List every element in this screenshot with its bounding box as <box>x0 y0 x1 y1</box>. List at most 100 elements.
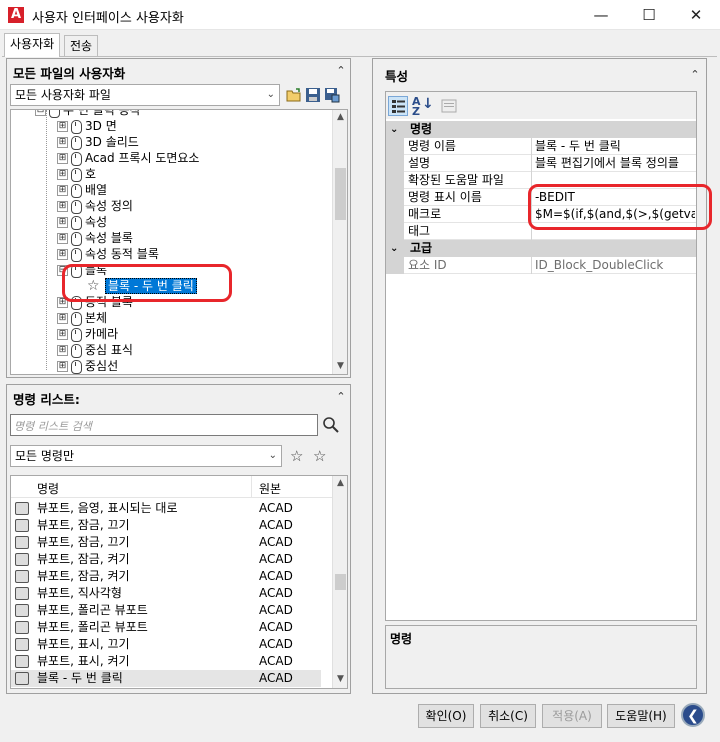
tree-item-label: 두 번 클릭 동작 <box>63 109 141 117</box>
expand-node-icon[interactable]: ⊞ <box>57 201 68 212</box>
expand-node-icon[interactable]: ⊞ <box>57 169 68 180</box>
mouse-icon <box>49 110 60 118</box>
properties-toolbar: A Z ↓ <box>386 92 696 119</box>
help-button[interactable]: 도움말(H) <box>607 704 675 728</box>
scroll-up-icon[interactable]: ▲ <box>333 476 347 491</box>
command-source: ACAD <box>259 569 293 583</box>
expand-node-icon[interactable]: ⊞ <box>57 153 68 164</box>
expand-node-icon[interactable]: ⊞ <box>57 217 68 228</box>
command-source: ACAD <box>259 637 293 651</box>
tree-item-label: 카메라 <box>85 327 119 341</box>
property-row[interactable]: 명령 이름 블록 - 두 번 클릭 <box>386 138 696 155</box>
property-pages-icon[interactable] <box>440 98 458 114</box>
customization-file-dropdown[interactable]: 모든 사용자화 파일 ⌄ <box>10 84 280 106</box>
tab-customize[interactable]: 사용자화 <box>4 33 61 57</box>
scroll-thumb[interactable] <box>335 574 346 590</box>
tree-scrollbar[interactable]: ▲ ▼ <box>332 110 347 374</box>
property-name: 설명 <box>408 156 431 170</box>
expand-node-icon[interactable]: ⊞ <box>57 313 68 324</box>
command-row[interactable]: 뷰포트, 음영, 표시되는 대로 ACAD <box>11 500 321 517</box>
chevron-down-icon[interactable]: ⌄ <box>390 240 404 257</box>
save-as-icon[interactable] <box>324 87 340 103</box>
command-name: 블록 도 등 편집기(block 편집) <box>37 687 193 688</box>
command-row[interactable]: 뷰포트, 잠금, 켜기 ACAD <box>11 551 321 568</box>
scroll-down-icon[interactable]: ▼ <box>333 672 347 687</box>
mouse-icon <box>71 120 82 134</box>
properties-grid: A Z ↓ ⌄ 명령 명령 이름 블록 - 두 번 클릭 설명 블록 편집기에서 블록 정의를… <box>385 91 697 621</box>
command-row[interactable]: 뷰포트, 잠금, 끄기 ACAD <box>11 517 321 534</box>
collapse-node-icon[interactable]: ⊟ <box>35 110 46 116</box>
property-row[interactable]: 설명 블록 편집기에서 블록 정의를 <box>386 155 696 172</box>
expand-node-icon[interactable]: ⊞ <box>57 121 68 132</box>
expand-node-icon[interactable]: ⊞ <box>57 185 68 196</box>
command-row[interactable]: 뷰포트, 폴리곤 뷰포트 ACAD <box>11 602 321 619</box>
apply-button[interactable]: 적용(A) <box>542 704 602 728</box>
open-file-icon[interactable] <box>286 87 302 103</box>
save-icon[interactable] <box>305 87 321 103</box>
close-button[interactable]: ✕ <box>673 0 719 30</box>
command-source: ACAD <box>259 671 293 685</box>
column-header-source[interactable]: 원본 <box>259 480 281 497</box>
property-row[interactable]: 요소 ID ID_Block_DoubleClick <box>386 257 696 274</box>
command-list-scrollbar[interactable]: ▲ ▼ <box>332 476 347 688</box>
command-row[interactable]: 뷰포트, 직사각형 ACAD <box>11 585 321 602</box>
cancel-button[interactable]: 취소(C) <box>480 704 536 728</box>
tree-item-label: 속성 블록 <box>85 231 133 245</box>
property-value[interactable]: 블록 - 두 번 클릭 <box>535 138 695 155</box>
command-row[interactable]: 뷰포트, 잠금, 끄기 ACAD <box>11 534 321 551</box>
viewport-command-icon <box>15 553 29 566</box>
collapse-icon[interactable]: ⌃ <box>334 391 348 405</box>
expand-node-icon[interactable]: ⊞ <box>57 361 68 372</box>
maximize-button[interactable]: ☐ <box>626 0 672 30</box>
command-list-header: 명령 리스트: <box>13 392 80 407</box>
autocad-logo-icon: A <box>8 7 24 23</box>
column-header-command[interactable]: 명령 <box>37 480 59 497</box>
property-category[interactable]: ⌄ 명령 <box>386 121 696 138</box>
collapse-panel-arrow-icon[interactable]: ❮ <box>681 703 705 727</box>
customization-tree: ⊟ 두 번 클릭 동작 ⊞ 3D 면 ⊞ 3D 솔리드 ⊞ Acad 프록시 도면요소 ⊞ 호 ⊞ 배… <box>10 109 348 375</box>
command-row[interactable]: 뷰포트, 잠금, 켜기 ACAD <box>11 568 321 585</box>
command-row[interactable]: 뷰포트, 표시, 켜기 ACAD <box>11 653 321 670</box>
expand-node-icon[interactable]: ⊞ <box>57 345 68 356</box>
new-command-star-icon[interactable]: ☆ <box>313 447 331 465</box>
categorized-view-icon[interactable] <box>388 96 408 116</box>
alphabetical-view-icon[interactable]: A Z ↓ <box>412 96 434 117</box>
tree-item-label: 배열 <box>85 183 108 197</box>
expand-node-icon[interactable]: ⊞ <box>57 329 68 340</box>
scroll-up-icon[interactable]: ▲ <box>333 110 347 125</box>
command-filter-dropdown[interactable]: 모든 명령만 ⌄ <box>10 445 282 467</box>
tree-item-label: 속성 동적 블록 <box>85 247 159 261</box>
command-row[interactable]: 블록 도 등 편집기(block 편집) ACAD <box>11 687 321 688</box>
tab-transfer[interactable]: 전송 <box>64 35 99 57</box>
mouse-icon <box>71 312 82 326</box>
command-source: ACAD <box>259 535 293 549</box>
viewport-command-icon <box>15 621 29 634</box>
search-icon[interactable] <box>322 416 340 434</box>
customize-files-panel: 모든 파일의 사용자화 ⌃ 모든 사용자화 파일 ⌄ ⊟ 두 번 클릭 동작 ⊞ 3D… <box>6 58 351 378</box>
property-value[interactable]: 블록 편집기에서 블록 정의를 <box>535 155 695 172</box>
collapse-icon[interactable]: ⌃ <box>688 69 702 83</box>
description-area: 명령 <box>385 625 697 689</box>
property-category[interactable]: ⌄ 고급 <box>386 240 696 257</box>
properties-header: 특성 <box>385 69 409 84</box>
chevron-down-icon: ⌄ <box>268 450 277 461</box>
collapse-icon[interactable]: ⌃ <box>334 65 348 79</box>
mouse-icon <box>71 344 82 358</box>
command-row[interactable]: 뷰포트, 폴리곤 뷰포트 ACAD <box>11 619 321 636</box>
tab-divider <box>2 56 717 57</box>
ok-button[interactable]: 확인(O) <box>418 704 474 728</box>
expand-node-icon[interactable]: ⊞ <box>57 249 68 260</box>
chevron-down-icon[interactable]: ⌄ <box>390 121 404 138</box>
property-value[interactable]: ID_Block_DoubleClick <box>535 257 695 274</box>
category-name: 고급 <box>410 241 433 255</box>
find-command-star-icon[interactable]: ☆ <box>290 447 308 465</box>
command-row[interactable]: 뷰포트, 표시, 끄기 ACAD <box>11 636 321 653</box>
minimize-button[interactable]: — <box>578 0 624 30</box>
scroll-thumb[interactable] <box>335 168 346 220</box>
expand-node-icon[interactable]: ⊞ <box>57 233 68 244</box>
command-search-input[interactable]: 명령 리스트 검색 <box>10 414 318 436</box>
scroll-down-icon[interactable]: ▼ <box>333 359 347 374</box>
command-row[interactable]: 블록 - 두 번 클릭 ACAD <box>11 670 321 687</box>
search-placeholder: 명령 리스트 검색 <box>14 420 92 433</box>
expand-node-icon[interactable]: ⊞ <box>57 137 68 148</box>
